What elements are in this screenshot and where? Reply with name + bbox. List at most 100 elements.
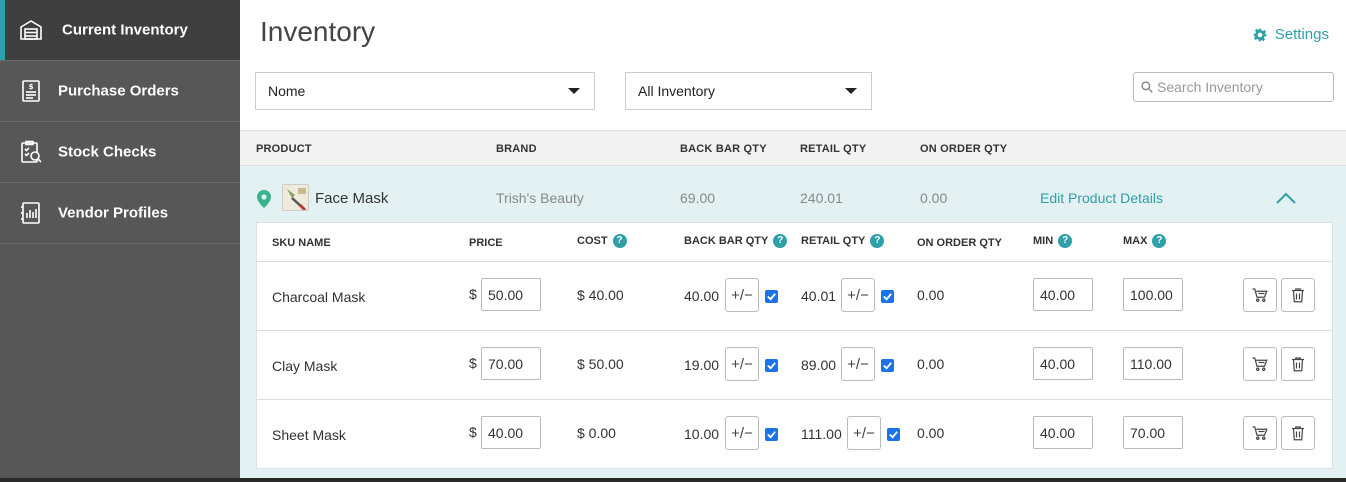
price-input[interactable]: [481, 347, 541, 380]
vendor-select[interactable]: Nome: [255, 72, 595, 110]
back-bar-qty-value: 19.00: [684, 357, 720, 373]
vendor-icon: [21, 202, 40, 224]
back-bar-qty-value: 10.00: [684, 426, 720, 442]
inventory-type-select-value: All Inventory: [638, 83, 716, 99]
cart-icon: [1252, 288, 1268, 302]
edit-product-details-link[interactable]: Edit Product Details: [1040, 190, 1163, 206]
sidebar-item-vendor-profiles[interactable]: Vendor Profiles: [0, 183, 240, 244]
sku-column-price: PRICE: [469, 237, 503, 249]
retail-qty-value: 89.00: [801, 357, 837, 373]
product-expanded: Face Mask Trish's Beauty 69.00 240.01 0.…: [240, 166, 1346, 482]
adjust-retail-qty-button[interactable]: +/−: [847, 416, 881, 450]
chevron-up-icon[interactable]: [1274, 190, 1298, 206]
svg-text:$: $: [29, 83, 34, 91]
product-back-bar-qty: 69.00: [680, 190, 716, 206]
retail-qty-value: 40.01: [801, 288, 837, 304]
delete-sku-button[interactable]: [1281, 278, 1315, 312]
adjust-back-bar-qty-button[interactable]: +/−: [725, 347, 759, 381]
cart-icon: [1252, 426, 1268, 440]
currency-symbol: $: [469, 424, 477, 440]
help-icon[interactable]: ?: [870, 234, 885, 248]
search-input[interactable]: [1157, 79, 1327, 95]
help-icon[interactable]: ?: [773, 234, 788, 248]
table-header: PRODUCT BRAND BACK BAR QTY RETAIL QTY ON…: [240, 130, 1346, 166]
retail-checkbox[interactable]: [881, 290, 894, 303]
price-input[interactable]: [481, 278, 541, 311]
max-input[interactable]: [1123, 347, 1183, 380]
location-pin-icon: [257, 190, 271, 208]
adjust-back-bar-qty-button[interactable]: +/−: [725, 278, 759, 312]
product-brand: Trish's Beauty: [496, 190, 584, 206]
sku-column-min: MIN?: [1033, 234, 1073, 248]
sidebar-item-stock-checks[interactable]: Stock Checks: [0, 122, 240, 183]
checkmark-icon: [889, 431, 898, 439]
retail-checkbox[interactable]: [881, 359, 894, 372]
min-input[interactable]: [1033, 416, 1093, 449]
sku-cost: $ 40.00: [577, 287, 624, 303]
adjust-back-bar-qty-button[interactable]: +/−: [725, 416, 759, 450]
gear-icon: [1253, 28, 1267, 41]
sidebar-item-purchase-orders[interactable]: $ Purchase Orders: [0, 61, 240, 122]
on-order-qty-value: 0.00: [917, 356, 945, 372]
min-input[interactable]: [1033, 278, 1093, 311]
sku-table: SKU NAME PRICE COST? BACK BAR QTY? RETAI…: [256, 222, 1333, 469]
add-to-order-button[interactable]: [1243, 278, 1277, 312]
checkmark-icon: [767, 431, 776, 439]
on-order-qty-value: 0.00: [917, 287, 945, 303]
chevron-down-icon: [845, 88, 857, 94]
sku-name: Clay Mask: [272, 358, 338, 374]
sidebar-item-label: Current Inventory: [62, 21, 188, 39]
product-thumbnail: [282, 184, 309, 211]
column-header-brand: BRAND: [496, 143, 537, 155]
delete-sku-button[interactable]: [1281, 347, 1315, 381]
sku-cost: $ 50.00: [577, 356, 624, 372]
product-on-order-qty: 0.00: [920, 190, 948, 206]
sku-cost: $ 0.00: [577, 425, 616, 441]
delete-sku-button[interactable]: [1281, 416, 1315, 450]
adjust-retail-qty-button[interactable]: +/−: [841, 347, 875, 381]
vendor-select-value: Nome: [268, 83, 306, 99]
sku-name: Sheet Mask: [272, 427, 346, 443]
chevron-down-icon: [568, 88, 580, 94]
trash-icon: [1292, 357, 1304, 372]
price-input[interactable]: [481, 416, 541, 449]
search-box: [1133, 72, 1334, 102]
sidebar-item-label: Vendor Profiles: [58, 204, 169, 222]
warehouse-icon: [20, 20, 42, 40]
sku-name: Charcoal Mask: [272, 289, 366, 305]
sku-column-cost: COST?: [577, 234, 627, 248]
inventory-type-select[interactable]: All Inventory: [625, 72, 872, 110]
settings-link[interactable]: Settings: [1253, 26, 1329, 43]
back-bar-checkbox[interactable]: [765, 428, 778, 441]
product-retail-qty: 240.01: [800, 190, 843, 206]
column-header-product: PRODUCT: [256, 143, 312, 155]
adjust-retail-qty-button[interactable]: +/−: [841, 278, 875, 312]
min-input[interactable]: [1033, 347, 1093, 380]
retail-checkbox[interactable]: [887, 428, 900, 441]
sidebar-item-label: Stock Checks: [58, 143, 157, 161]
back-bar-checkbox[interactable]: [765, 290, 778, 303]
window-bottom-edge: [0, 478, 1346, 482]
sku-row: Clay Mask $ $ 50.00 19.00 +/− 89.00 +/− …: [257, 331, 1332, 400]
help-icon[interactable]: ?: [612, 234, 627, 248]
sidebar-item-current-inventory[interactable]: Current Inventory: [0, 0, 240, 61]
column-header-on-order-qty: ON ORDER QTY: [920, 143, 1008, 155]
column-header-back-bar-qty: BACK BAR QTY: [680, 143, 767, 155]
max-input[interactable]: [1123, 416, 1183, 449]
sku-row: Sheet Mask $ $ 0.00 10.00 +/− 111.00 +/−…: [257, 400, 1332, 469]
add-to-order-button[interactable]: [1243, 416, 1277, 450]
page-title: Inventory: [260, 16, 376, 47]
help-icon[interactable]: ?: [1058, 234, 1073, 248]
product-row[interactable]: Face Mask Trish's Beauty 69.00 240.01 0.…: [240, 166, 1346, 222]
receipt-icon: $: [22, 80, 40, 102]
sku-table-header: SKU NAME PRICE COST? BACK BAR QTY? RETAI…: [257, 223, 1332, 262]
settings-label: Settings: [1274, 26, 1329, 43]
back-bar-checkbox[interactable]: [765, 359, 778, 372]
add-to-order-button[interactable]: [1243, 347, 1277, 381]
sku-column-back-bar-qty: BACK BAR QTY?: [684, 234, 788, 248]
help-icon[interactable]: ?: [1152, 234, 1167, 248]
checkmark-icon: [767, 362, 776, 370]
max-input[interactable]: [1123, 278, 1183, 311]
main-content: Inventory Settings Nome All Inventory PR…: [240, 0, 1346, 482]
on-order-qty-value: 0.00: [917, 425, 945, 441]
